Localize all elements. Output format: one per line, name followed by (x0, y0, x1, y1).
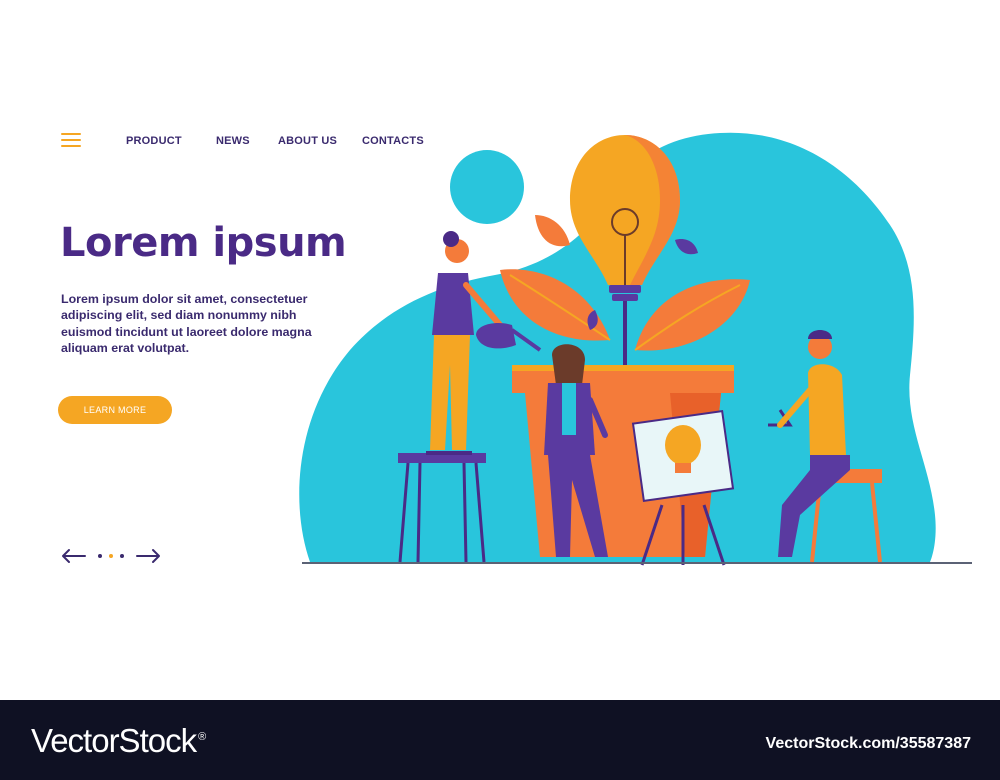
landing-page: PRODUCT NEWS ABOUT US CONTACTS Lorem ips… (0, 0, 1000, 700)
arrow-left-icon[interactable] (60, 546, 86, 566)
nav-item-news[interactable]: NEWS (216, 135, 250, 147)
brand-logo-text: VectorStock (31, 722, 197, 759)
image-id: VectorStock.com/35587387 (765, 735, 971, 752)
footer-bar: VectorStock ® VectorStock.com/35587387 (0, 700, 1000, 780)
arrow-right-icon[interactable] (136, 546, 162, 566)
learn-more-button[interactable]: LEARN MORE (58, 396, 172, 424)
pager-dot[interactable] (120, 554, 124, 558)
small-circle (450, 150, 524, 224)
pager-dot-active[interactable] (109, 554, 113, 558)
nav-item-product[interactable]: PRODUCT (126, 135, 182, 147)
hamburger-icon[interactable] (61, 133, 81, 147)
slide-pager (60, 546, 164, 566)
brand-logo[interactable]: VectorStock ® (31, 722, 206, 760)
registered-mark: ® (198, 731, 206, 743)
hero-illustration (299, 132, 972, 566)
pager-dot[interactable] (98, 554, 102, 558)
